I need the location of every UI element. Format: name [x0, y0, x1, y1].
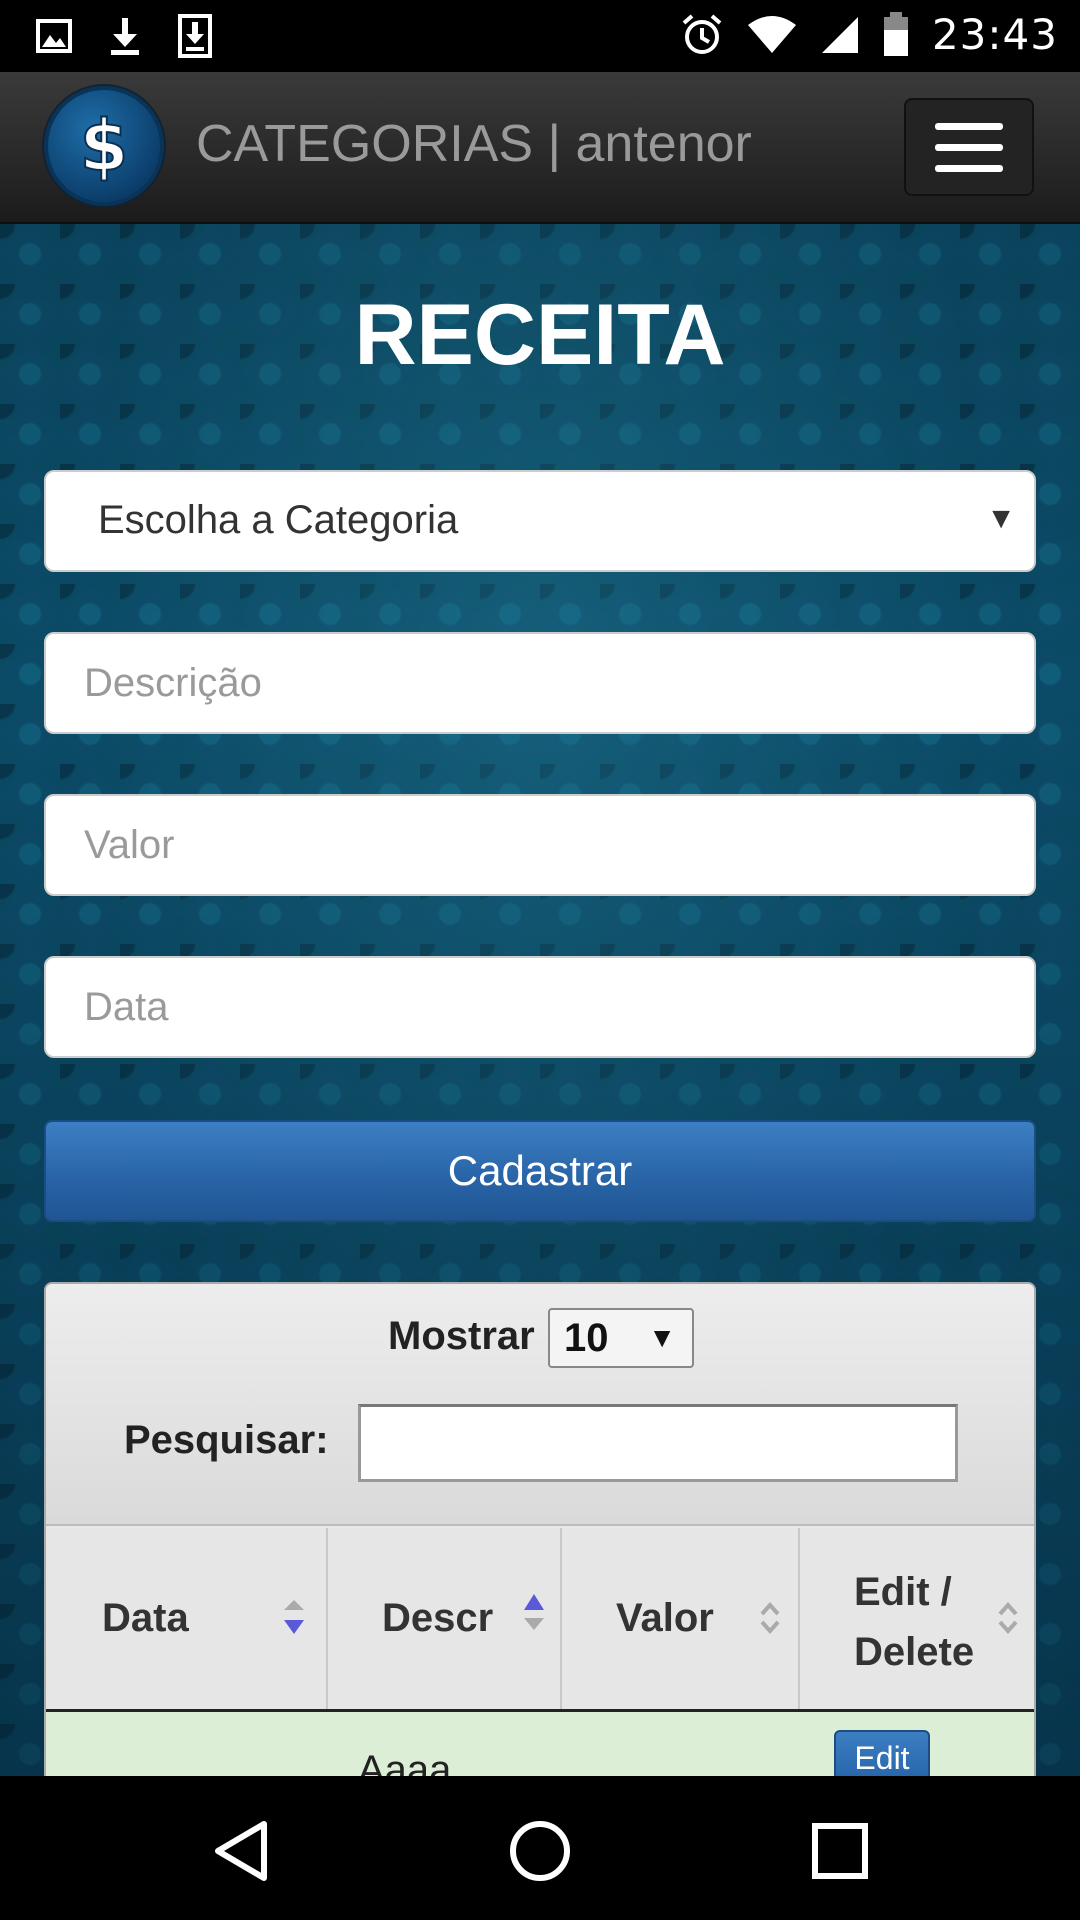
- signal-icon: [821, 16, 858, 53]
- menu-bar-line: [935, 122, 1003, 130]
- column-header-descr[interactable]: Descr: [328, 1528, 562, 1709]
- edit-button[interactable]: Edit: [834, 1730, 930, 1776]
- table-row: Aaaa Edit: [46, 1712, 1034, 1776]
- show-entries-label: Mostrar: [388, 1314, 535, 1358]
- category-select[interactable]: Escolha a Categoria ▼: [44, 470, 1036, 572]
- value-field[interactable]: [46, 796, 1034, 894]
- table-header: Data Descr Valor Edit / Delete: [46, 1528, 1034, 1712]
- description-field[interactable]: [46, 634, 1034, 732]
- search-label: Pesquisar:: [124, 1418, 329, 1462]
- download-icon: [111, 18, 139, 55]
- chevron-down-icon: ▼: [648, 1322, 676, 1353]
- category-select-value: Escolha a Categoria: [98, 498, 459, 542]
- table-controls: Mostrar 10 ▼ Pesquisar:: [46, 1284, 1034, 1526]
- value-field-wrapper: [44, 794, 1036, 896]
- sort-unsorted-icon: [760, 1601, 780, 1635]
- search-input[interactable]: [358, 1404, 958, 1482]
- column-header-edit-delete[interactable]: Edit / Delete: [800, 1528, 1034, 1709]
- page-header-title: CATEGORIAS | antenor: [196, 115, 752, 173]
- dollar-logo-icon[interactable]: $: [44, 86, 164, 206]
- status-bar: 23:43: [0, 0, 1080, 72]
- submit-button[interactable]: Cadastrar: [44, 1120, 1036, 1222]
- back-icon[interactable]: [206, 1816, 276, 1886]
- alarm-icon: [682, 13, 722, 54]
- main-content: RECEITA Escolha a Categoria ▼ Cadastrar …: [0, 224, 1080, 1776]
- column-header-valor[interactable]: Valor: [562, 1528, 800, 1709]
- download-box-icon: [178, 14, 212, 58]
- form-title: RECEITA: [354, 287, 726, 383]
- sort-ascending-icon: [524, 1594, 544, 1630]
- hamburger-menu-button[interactable]: [904, 98, 1034, 196]
- sort-descending-icon: [284, 1600, 304, 1634]
- show-entries-value: 10: [564, 1316, 609, 1360]
- date-field-wrapper: [44, 956, 1036, 1058]
- menu-bar-line: [935, 164, 1003, 172]
- data-table: Mostrar 10 ▼ Pesquisar: Data Descr Valor…: [44, 1282, 1036, 1776]
- chevron-down-icon: ▼: [986, 502, 1016, 535]
- home-icon[interactable]: [505, 1816, 575, 1886]
- description-field-wrapper: [44, 632, 1036, 734]
- cell-descr: Aaaa: [358, 1748, 452, 1776]
- battery-icon: [883, 11, 908, 56]
- sort-unsorted-icon: [998, 1601, 1018, 1635]
- wifi-icon: [747, 15, 796, 53]
- column-label: Data: [102, 1596, 189, 1640]
- recents-icon[interactable]: [805, 1816, 875, 1886]
- date-field[interactable]: [46, 958, 1034, 1056]
- column-label: Descr: [382, 1596, 494, 1640]
- clock-time: 23:43: [931, 10, 1058, 59]
- logo-glyph: $: [80, 106, 129, 186]
- image-icon: [36, 19, 72, 53]
- show-entries-select[interactable]: 10 ▼: [548, 1308, 694, 1368]
- dollar-glyph-icon: $: [79, 106, 130, 186]
- menu-bar-line: [935, 143, 1003, 151]
- system-nav-bar: [0, 1776, 1080, 1920]
- column-header-data[interactable]: Data: [46, 1528, 328, 1709]
- app-header: $ CATEGORIAS | antenor: [0, 72, 1080, 224]
- column-label: Valor: [616, 1596, 714, 1640]
- column-label: Edit / Delete: [854, 1570, 975, 1674]
